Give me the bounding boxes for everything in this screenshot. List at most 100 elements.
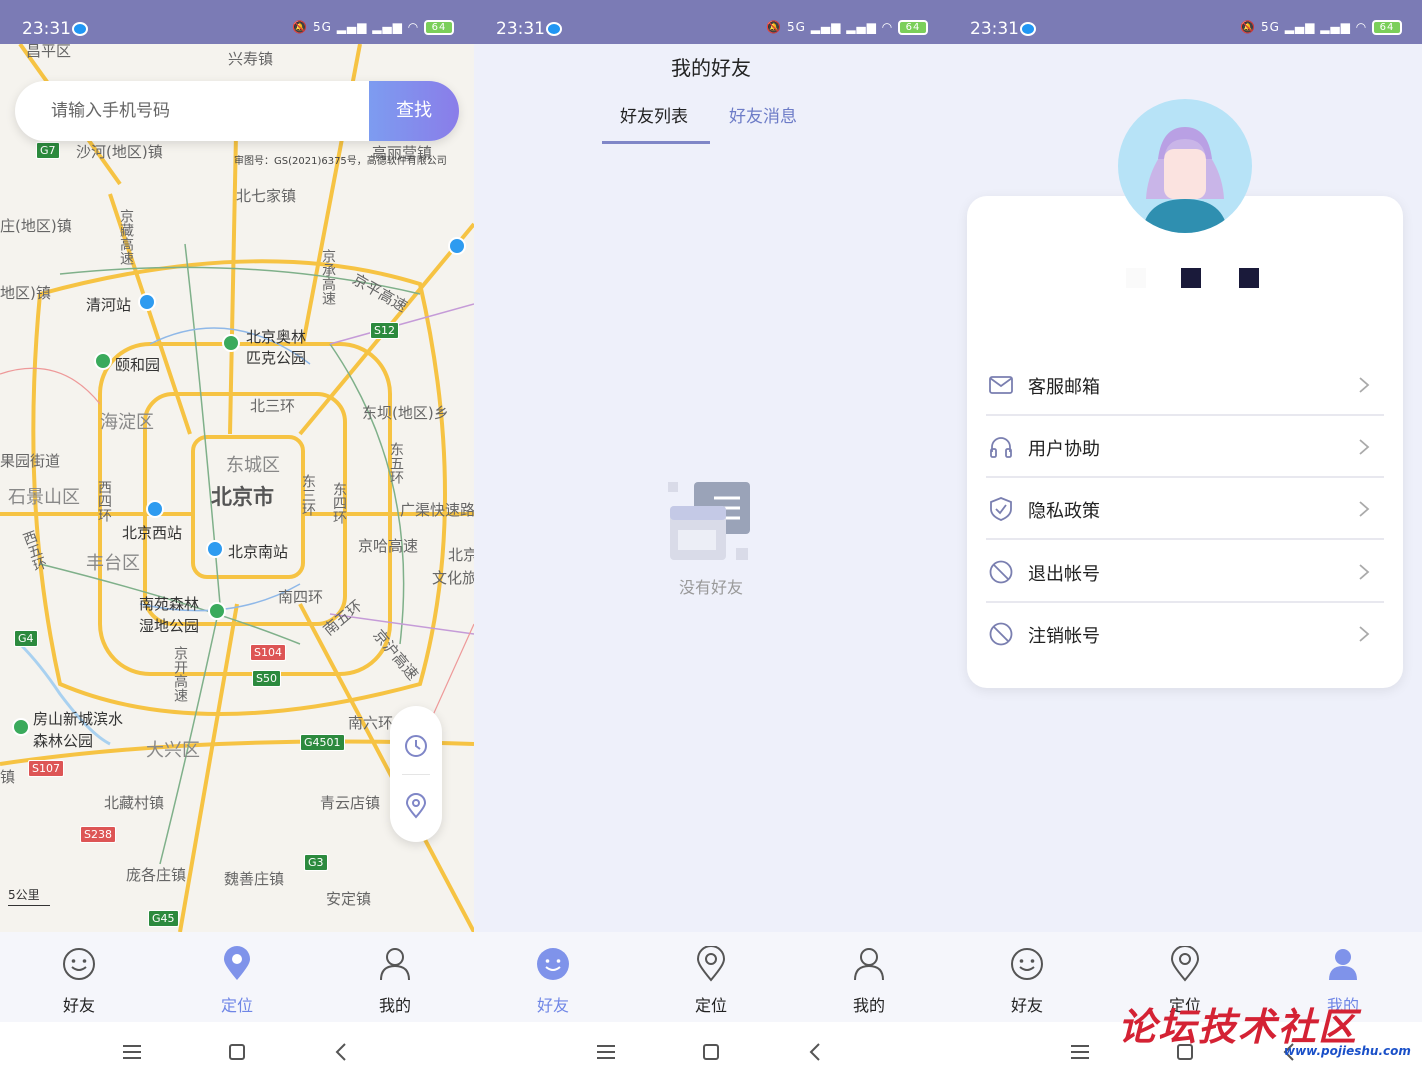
map-label: 东四环 bbox=[331, 482, 347, 524]
network-label: 5G bbox=[1260, 20, 1280, 34]
tab-label: 我的 bbox=[378, 996, 411, 1015]
tab-friends[interactable]: 好友 bbox=[0, 932, 158, 1022]
map-label: 果园街道 bbox=[0, 452, 61, 470]
map-label: 东坝(地区)乡 bbox=[362, 404, 449, 422]
map-label: 北藏村镇 bbox=[104, 794, 165, 812]
map-label: 北京奥林 bbox=[246, 328, 307, 346]
road-shield: S107 bbox=[28, 760, 64, 777]
tab-mine[interactable]: 我的 bbox=[316, 932, 474, 1022]
map-view[interactable]: 兴寿镇 昌平区 沙河(地区)镇 高丽营镇 北七家镇 庄(地区)镇 地区)镇 京藏… bbox=[0, 44, 474, 932]
map-label: 安定镇 bbox=[326, 890, 372, 908]
park-pin-icon[interactable] bbox=[208, 602, 226, 620]
menu-icon[interactable] bbox=[592, 1038, 620, 1066]
search-button[interactable]: 查找 bbox=[369, 81, 459, 141]
history-button[interactable] bbox=[390, 716, 442, 776]
map-action-panel bbox=[390, 706, 442, 842]
empty-state-text: 没有好友 bbox=[678, 578, 743, 597]
battery-icon: 64 bbox=[424, 20, 454, 35]
map-label: 石景山区 bbox=[8, 487, 80, 508]
status-bar: 23:31 🔕 5G ▂▄▆ ▂▄▆ ◠ 64 bbox=[474, 0, 948, 44]
chevron-right-icon bbox=[1359, 501, 1370, 517]
battery-icon: 64 bbox=[898, 20, 928, 35]
location-pin-icon bbox=[1170, 946, 1200, 982]
tab-location[interactable]: 定位 bbox=[632, 932, 790, 1022]
status-icons: 🔕 5G ▂▄▆ ▂▄▆ ◠ 64 bbox=[766, 20, 928, 35]
tab-mine[interactable]: 我的 bbox=[790, 932, 948, 1022]
menu-item-support-email[interactable]: 客服邮箱 bbox=[986, 354, 1384, 416]
map-label: 青云店镇 bbox=[320, 794, 381, 812]
system-nav-bar bbox=[0, 1022, 474, 1080]
airport-pin-icon[interactable] bbox=[448, 237, 466, 255]
back-icon[interactable] bbox=[802, 1038, 830, 1066]
phone-search-input[interactable] bbox=[51, 81, 351, 141]
map-label: 魏善庄镇 bbox=[224, 870, 285, 888]
chevron-right-icon bbox=[1359, 626, 1370, 642]
active-tab-indicator bbox=[602, 141, 710, 144]
menu-icon[interactable] bbox=[1066, 1038, 1094, 1066]
location-pin-icon bbox=[224, 946, 250, 980]
map-label: 广渠快速路 bbox=[400, 501, 474, 519]
menu-item-privacy-policy[interactable]: 隐私政策 bbox=[986, 478, 1384, 540]
menu-icon[interactable] bbox=[118, 1038, 146, 1066]
map-label: 湿地公园 bbox=[139, 617, 200, 635]
tab-friend-messages[interactable]: 好友消息 bbox=[729, 102, 797, 127]
road-shield: G4501 bbox=[300, 734, 345, 751]
smile-icon bbox=[537, 948, 569, 980]
home-icon[interactable] bbox=[697, 1038, 725, 1066]
avatar-illustration bbox=[1142, 127, 1228, 233]
cloud-icon bbox=[72, 22, 88, 36]
status-bar: 23:31 🔕 5G ▂▄▆ ▂▄▆ ◠ 64 bbox=[948, 0, 1422, 44]
map-label: 大兴区 bbox=[146, 740, 200, 761]
status-icons: 🔕 5G ▂▄▆ ▂▄▆ ◠ 64 bbox=[1240, 20, 1402, 35]
road-shield: S12 bbox=[370, 322, 399, 339]
tab-friend-list[interactable]: 好友列表 bbox=[620, 102, 688, 127]
park-pin-icon[interactable] bbox=[12, 718, 30, 736]
menu-item-user-help[interactable]: 用户协助 bbox=[986, 416, 1384, 478]
network-label: 5G bbox=[312, 20, 332, 34]
map-label: 南苑森林 bbox=[139, 595, 200, 613]
chevron-right-icon bbox=[1359, 439, 1370, 455]
masked-char bbox=[1239, 268, 1259, 288]
tab-friends[interactable]: 好友 bbox=[948, 932, 1106, 1022]
road-shield: S104 bbox=[250, 644, 286, 661]
map-label: 京承高速 bbox=[320, 249, 336, 305]
map-label: 东五环 bbox=[388, 442, 404, 484]
system-nav-bar bbox=[474, 1022, 948, 1080]
headset-icon bbox=[990, 437, 1012, 458]
cloud-icon bbox=[1020, 22, 1036, 36]
map-label: 匹克公园 bbox=[246, 349, 307, 367]
station-pin-icon[interactable] bbox=[206, 540, 224, 558]
station-pin-icon[interactable] bbox=[146, 500, 164, 518]
station-pin-icon[interactable] bbox=[138, 293, 156, 311]
home-icon[interactable] bbox=[223, 1038, 251, 1066]
ban-icon bbox=[989, 622, 1013, 646]
map-label: 北京 bbox=[448, 546, 474, 564]
menu-item-delete-account[interactable]: 注销帐号 bbox=[986, 603, 1384, 665]
tab-location[interactable]: 定位 bbox=[158, 932, 316, 1022]
avatar[interactable] bbox=[1118, 99, 1252, 233]
network-label: 5G bbox=[786, 20, 806, 34]
watermark-logo: 论坛技术社区 www.pojieshu.com bbox=[1118, 996, 1418, 1066]
map-label: 北七家镇 bbox=[236, 187, 297, 205]
tab-friends[interactable]: 好友 bbox=[474, 932, 632, 1022]
map-label: 西四环 bbox=[96, 480, 112, 522]
back-icon[interactable] bbox=[328, 1038, 356, 1066]
my-location-button[interactable] bbox=[390, 776, 442, 836]
status-time: 23:31 bbox=[970, 19, 1019, 39]
map-label: 东三环 bbox=[300, 474, 316, 516]
status-bar: 23:31 🔕 5G ▂▄▆ ▂▄▆ ◠ 64 bbox=[0, 0, 474, 44]
map-label: 北京南站 bbox=[228, 543, 289, 561]
nickname-masked bbox=[948, 268, 1422, 292]
map-label: 京开高速 bbox=[172, 646, 188, 702]
menu-item-label: 注销帐号 bbox=[1028, 626, 1100, 647]
status-time: 23:31 bbox=[22, 19, 71, 39]
friends-screen: 23:31 🔕 5G ▂▄▆ ▂▄▆ ◠ 64 我的 好友 好友列表 好友消息 没… bbox=[474, 0, 948, 1080]
smile-icon bbox=[63, 948, 95, 980]
park-pin-icon[interactable] bbox=[222, 334, 240, 352]
menu-item-label: 退出帐号 bbox=[1028, 564, 1100, 585]
park-pin-icon[interactable] bbox=[94, 352, 112, 370]
tab-label: 好友 bbox=[1010, 996, 1043, 1015]
map-scale: 5公里 bbox=[8, 886, 50, 906]
phone-search-bar: 查找 bbox=[15, 81, 459, 141]
menu-item-logout[interactable]: 退出帐号 bbox=[986, 541, 1384, 603]
